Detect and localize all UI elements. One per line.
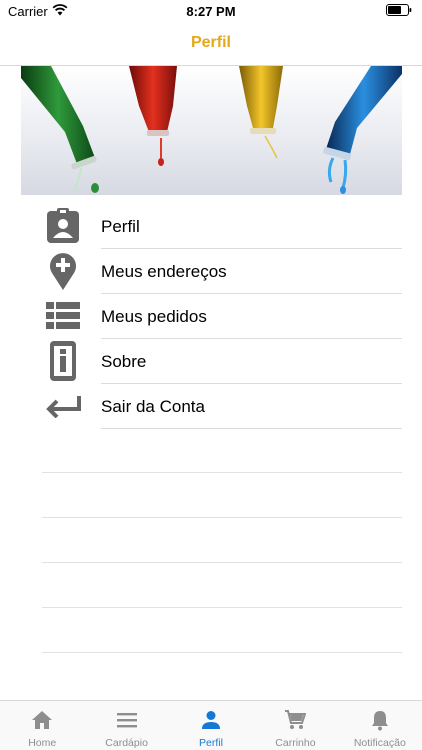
menu-item-meus-enderecos[interactable]: Meus endereços xyxy=(0,249,422,294)
menu-item-label: Meus endereços xyxy=(101,262,227,281)
profile-badge-icon xyxy=(44,207,82,245)
tab-cardapio[interactable]: Cardápio xyxy=(84,701,168,750)
person-icon xyxy=(202,711,221,729)
profile-menu: Perfil Meus endereços Meus pedidos Sobre… xyxy=(0,204,422,429)
menu-item-label: Meus pedidos xyxy=(101,307,207,326)
menu-item-label: Sobre xyxy=(101,352,147,371)
battery-icon xyxy=(386,4,412,16)
empty-row-divider xyxy=(42,607,402,608)
navigation-bar: Perfil xyxy=(0,22,422,66)
info-icon xyxy=(44,341,82,381)
page-title: Perfil xyxy=(190,34,231,51)
tab-perfil[interactable]: Perfil xyxy=(169,701,253,750)
empty-row-divider xyxy=(42,562,402,563)
menu-item-label: Perfil xyxy=(101,217,140,236)
tab-label: Home xyxy=(28,737,57,749)
return-arrow-icon xyxy=(44,387,82,425)
banner-image xyxy=(21,66,402,195)
tab-bar: Home Cardápio Perfil Carrinho Notificaçã… xyxy=(0,700,422,750)
tab-notificacao[interactable]: Notificação xyxy=(338,701,422,750)
menu-item-meus-pedidos[interactable]: Meus pedidos xyxy=(0,294,422,339)
empty-row-divider xyxy=(42,517,402,518)
tab-label: Notificação xyxy=(353,737,406,749)
tab-home[interactable]: Home xyxy=(0,701,84,750)
list-icon xyxy=(44,297,82,335)
tab-label: Carrinho xyxy=(275,737,316,749)
divider xyxy=(101,428,402,429)
empty-row-divider xyxy=(42,472,402,473)
tab-carrinho[interactable]: Carrinho xyxy=(253,701,337,750)
status-time: 8:27 PM xyxy=(186,4,236,19)
menu-item-perfil[interactable]: Perfil xyxy=(0,204,422,249)
empty-row-divider xyxy=(42,652,402,653)
tab-label: Perfil xyxy=(199,737,223,749)
tab-label: Cardápio xyxy=(105,737,148,749)
menu-item-sobre[interactable]: Sobre xyxy=(0,339,422,384)
bell-icon xyxy=(371,711,388,731)
menu-lines-icon xyxy=(116,713,137,728)
status-bar: Carrier 8:27 PM xyxy=(0,0,422,22)
cart-icon xyxy=(285,710,307,729)
menu-item-sair-da-conta[interactable]: Sair da Conta xyxy=(0,384,422,429)
menu-item-label: Sair da Conta xyxy=(101,397,205,416)
map-pin-plus-icon xyxy=(44,252,82,290)
home-icon xyxy=(32,711,53,729)
